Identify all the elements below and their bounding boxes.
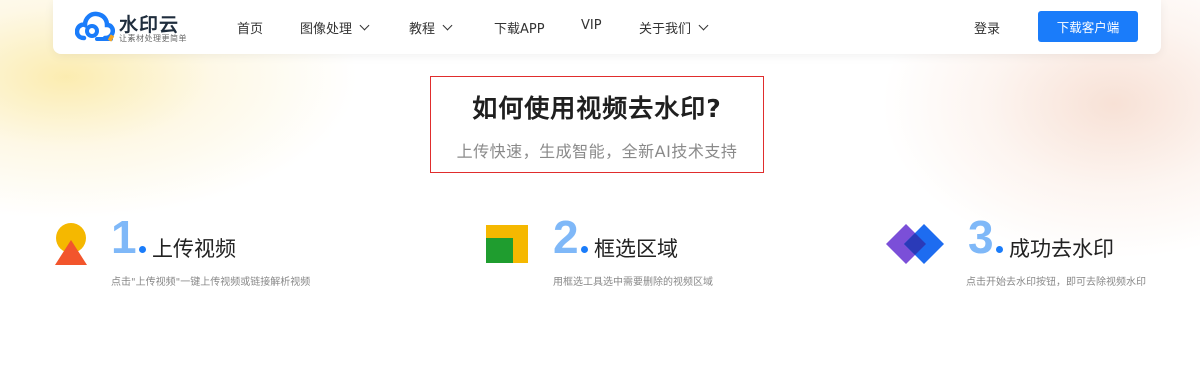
nav-item-label: 图像处理 [300,22,353,37]
step-title: 成功去水印 [1009,237,1114,261]
top-navbar: 水印云 让素材处理更简单 首页 图像处理 教程 下载APP VIP 关于我们 登… [53,0,1161,54]
download-client-label: 下载客户端 [1056,20,1120,35]
step-title: 框选区域 [594,237,678,261]
nav-item-download-app[interactable]: 下载APP [494,18,545,37]
nav-item-label: 教程 [409,22,436,37]
nav-item-label: 关于我们 [639,22,692,37]
page-title: 如何使用视频去水印? [472,94,722,123]
logo[interactable]: 水印云 让素材处理更简单 [75,8,205,46]
step-description: 点击开始去水印按钮，即可去除视频水印 [966,277,1146,288]
upload-shape-icon [55,223,87,265]
cloud-logo-icon [75,11,115,42]
nav-item-tutorials[interactable]: 教程 [409,18,453,37]
chevron-down-icon [359,20,370,31]
chevron-down-icon [442,20,453,31]
nav-item-about-us[interactable]: 关于我们 [639,18,709,37]
nav-item-label: 首页 [237,22,264,37]
page-subtitle: 上传快速，生成智能，全新AI技术支持 [456,142,738,161]
step-number: 3 [968,214,1003,260]
step-title: 上传视频 [152,237,236,261]
step-number: 2 [553,214,588,260]
nav-item-image-processing[interactable]: 图像处理 [300,18,370,37]
nav-item-home[interactable]: 首页 [237,18,263,37]
nav-item-label: VIP [581,18,602,33]
step-description: 点击"上传视频"一键上传视频或链接解析视频 [111,277,311,288]
hero-highlight-box: 如何使用视频去水印? 上传快速，生成智能，全新AI技术支持 [430,76,764,173]
download-client-button[interactable]: 下载客户端 [1038,11,1138,42]
step-description: 用框选工具选中需要删除的视频区域 [553,277,713,288]
step-number: 1 [111,214,146,260]
nav-item-label: 下载APP [494,22,545,37]
chevron-down-icon [698,20,709,31]
diamond-layers-icon [886,224,944,264]
nav-item-vip[interactable]: VIP [581,18,602,33]
select-area-icon [486,225,528,263]
brand-slogan: 让素材处理更简单 [119,34,187,43]
login-link[interactable]: 登录 [974,18,1000,37]
